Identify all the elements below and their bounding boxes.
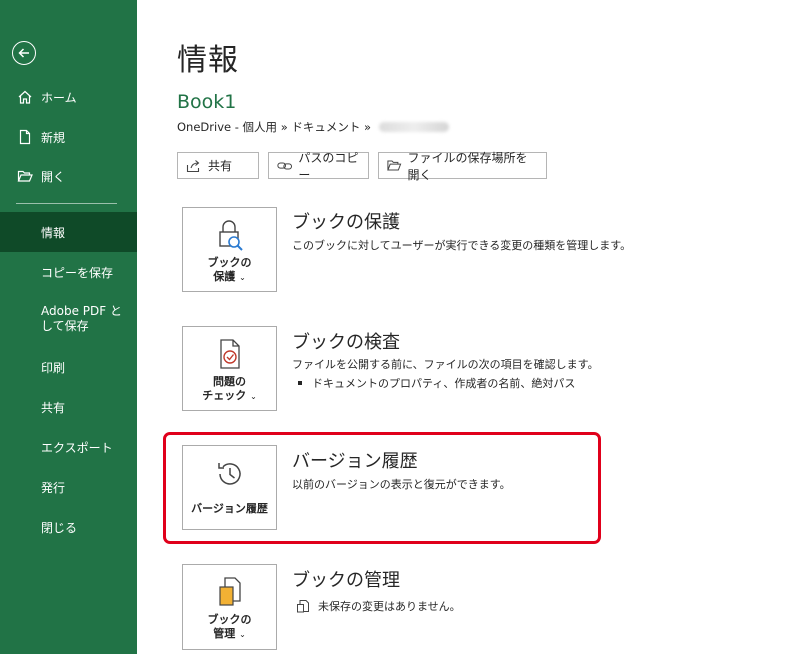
sidebar-item-close[interactable]: 閉じる [0, 507, 137, 547]
copy-path-button-label: パスのコピー [298, 150, 359, 182]
manage-workbook-desc: 未保存の変更はありません。 [318, 600, 461, 613]
manage-workbook-icon [215, 575, 245, 609]
document-path: OneDrive - 個人用 » ドキュメント » [177, 119, 450, 135]
new-document-icon [16, 128, 34, 146]
check-for-issues-button[interactable]: 問題の チェック ⌄ [182, 326, 277, 411]
protect-workbook-desc: このブックに対してユーザーが実行できる変更の種類を管理します。 [292, 239, 632, 252]
manage-workbook-label: ブックの 管理 ⌄ [208, 613, 252, 642]
sidebar-item-publish[interactable]: 発行 [0, 467, 137, 507]
sidebar-item-label: 新規 [41, 130, 66, 145]
tile-label-line2: 管理 [213, 627, 236, 640]
sidebar-item-label: 情報 [41, 225, 66, 240]
inspect-workbook-desc: ファイルを公開する前に、ファイルの次の項目を確認します。 [292, 358, 599, 371]
sidebar-item-home[interactable]: ホーム [0, 77, 137, 117]
chevron-down-icon: ⌄ [239, 630, 246, 639]
blurred-path-segment [379, 122, 450, 132]
sidebar-item-label: 共有 [41, 400, 66, 415]
sidebar-item-new[interactable]: 新規 [0, 117, 137, 157]
folder-icon [387, 160, 402, 171]
document-name: Book1 [177, 91, 237, 113]
sidebar-item-share[interactable]: 共有 [0, 387, 137, 427]
protect-workbook-label: ブックの 保護 ⌄ [208, 256, 252, 285]
open-folder-icon [16, 167, 34, 185]
tile-label-line1: ブックの [207, 256, 252, 269]
manage-workbook-status: 未保存の変更はありません。 [296, 598, 461, 614]
backstage-sidebar: ホーム 新規 開く 情報 コピーを保存 Adobe PDF として保存 印刷 共… [0, 0, 137, 654]
sidebar-item-label: 開く [41, 169, 66, 184]
sidebar-item-info[interactable]: 情報 [0, 212, 137, 252]
sidebar-item-label: 印刷 [41, 360, 66, 375]
version-history-title: バージョン履歴 [292, 451, 418, 472]
bullet-dot [298, 381, 302, 385]
sidebar-item-print[interactable]: 印刷 [0, 347, 137, 387]
manage-workbook-title: ブックの管理 [292, 570, 400, 591]
sidebar-item-label: 閉じる [41, 520, 78, 535]
history-clock-icon [214, 456, 246, 490]
version-history-desc: 以前のバージョンの表示と復元ができます。 [292, 478, 511, 491]
tile-label-line1: 問題の [212, 375, 246, 388]
chevron-down-icon: ⌄ [239, 273, 246, 282]
tile-label-line2: チェック [202, 389, 247, 402]
sidebar-item-label: コピーを保存 [41, 265, 114, 280]
copy-path-button[interactable]: パスのコピー [268, 151, 369, 182]
manage-workbook-button[interactable]: ブックの 管理 ⌄ [182, 564, 277, 650]
share-button-label: 共有 [208, 159, 233, 173]
sidebar-item-save-adobe-pdf[interactable]: Adobe PDF として保存 [0, 295, 137, 343]
sidebar-item-label: 発行 [41, 480, 66, 495]
home-icon [16, 88, 34, 106]
chevron-down-icon: ⌄ [250, 392, 257, 401]
share-button[interactable]: 共有 [177, 152, 259, 179]
share-icon [186, 159, 200, 172]
sidebar-divider [16, 203, 117, 204]
page-title: 情報 [177, 43, 239, 78]
open-file-location-button[interactable]: ファイルの保存場所を開く [378, 151, 547, 182]
check-for-issues-label: 問題の チェック ⌄ [202, 375, 257, 404]
lock-search-icon [215, 218, 245, 252]
unsaved-document-icon [297, 600, 309, 613]
version-history-label: バージョン履歴 [191, 502, 268, 515]
inspect-document-icon [215, 337, 245, 371]
sidebar-item-export[interactable]: エクスポート [0, 427, 137, 467]
back-button[interactable] [12, 41, 36, 65]
sidebar-item-save-copy[interactable]: コピーを保存 [0, 252, 137, 292]
back-arrow-icon [18, 48, 29, 58]
tile-label-line2: 保護 [213, 270, 236, 283]
link-icon [277, 162, 293, 169]
protect-workbook-button[interactable]: ブックの 保護 ⌄ [182, 207, 277, 292]
document-path-text: OneDrive - 個人用 » ドキュメント » [177, 120, 372, 134]
sidebar-item-label: ホーム [41, 90, 77, 105]
sidebar-item-label: Adobe PDF として保存 [41, 304, 122, 333]
sidebar-item-label: エクスポート [41, 440, 113, 455]
protect-workbook-title: ブックの保護 [292, 212, 400, 233]
bullet-text: ドキュメントのプロパティ、作成者の名前、絶対パス [312, 377, 576, 390]
tile-label-line1: ブックの [207, 613, 252, 626]
inspect-workbook-title: ブックの検査 [292, 332, 400, 353]
sidebar-item-open[interactable]: 開く [0, 156, 137, 196]
open-file-location-label: ファイルの保存場所を開く [407, 150, 528, 182]
inspect-workbook-bullet: ドキュメントのプロパティ、作成者の名前、絶対パス [298, 375, 575, 391]
version-history-button[interactable]: バージョン履歴 [182, 445, 277, 530]
